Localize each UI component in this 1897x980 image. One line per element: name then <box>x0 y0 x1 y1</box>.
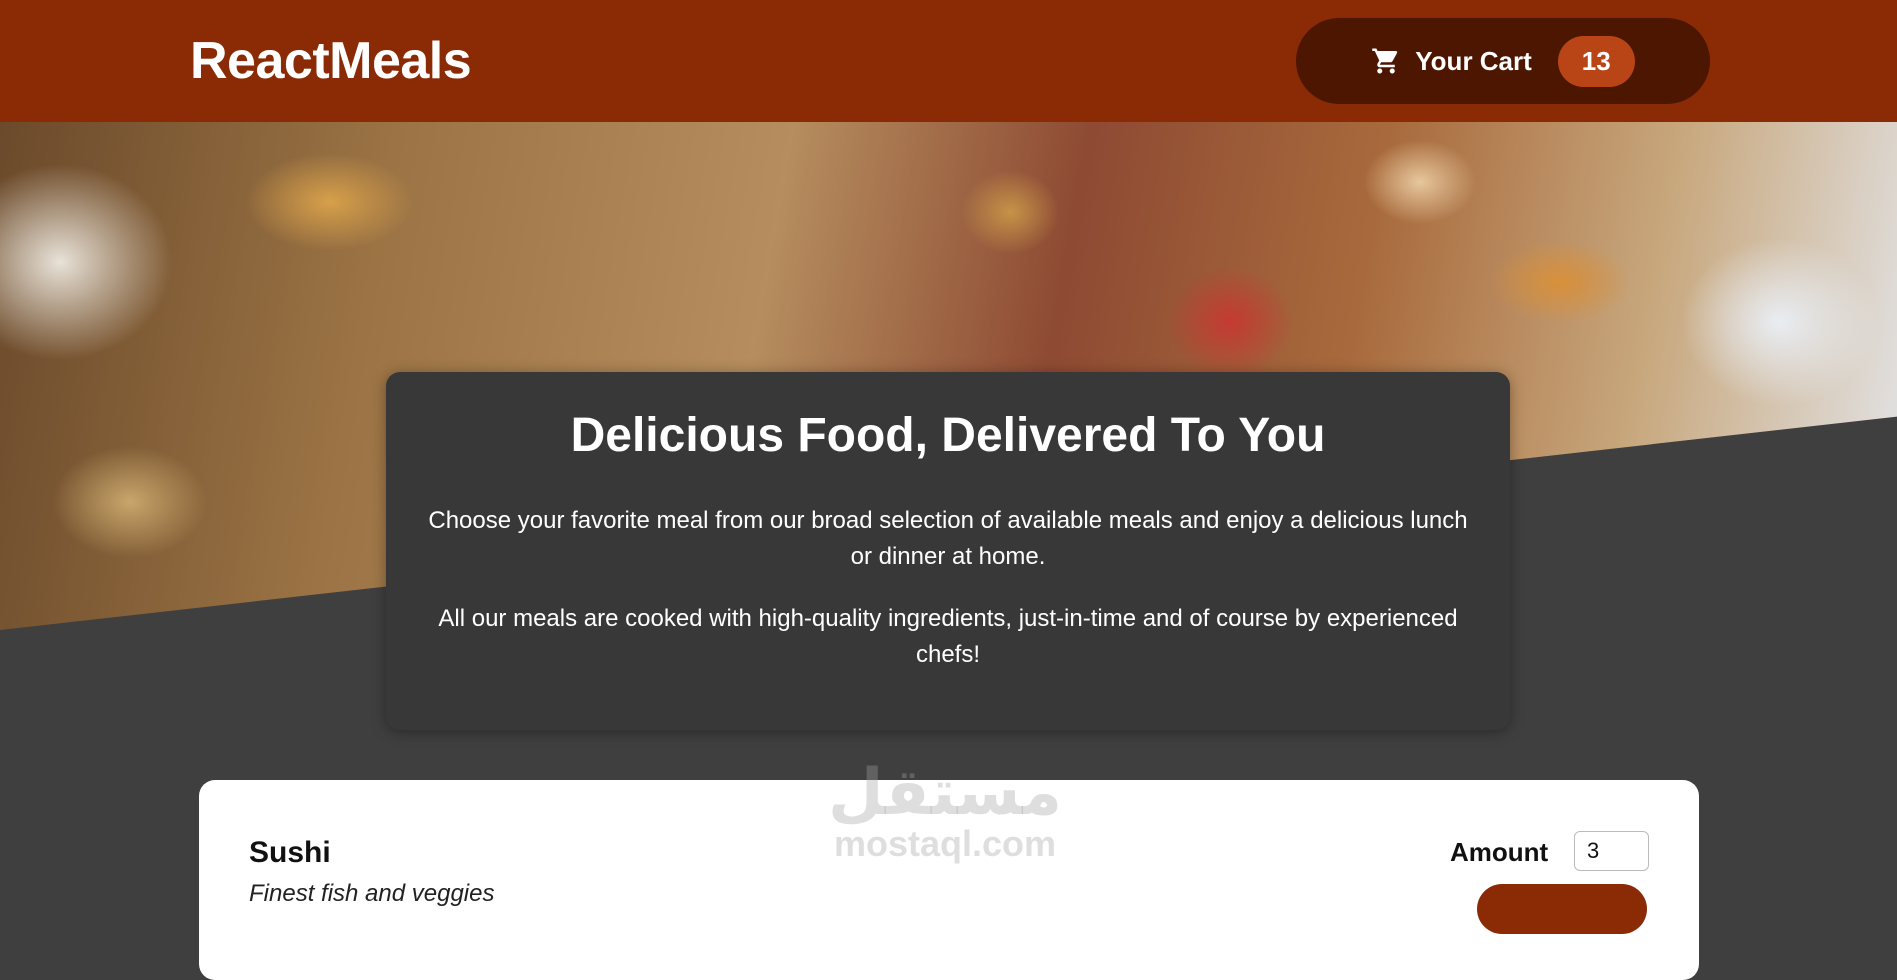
cart-label: Your Cart <box>1415 45 1532 76</box>
meals-list-card: Sushi Finest fish and veggies Amount <box>199 780 1699 980</box>
summary-paragraph: All our meals are cooked with high-quali… <box>438 605 1458 668</box>
summary-title: Delicious Food, Delivered To You <box>570 409 1326 462</box>
cart-icon <box>1371 46 1401 76</box>
meal-name: Sushi <box>249 836 331 869</box>
summary-paragraph: Choose your favorite meal from our broad… <box>428 507 1468 570</box>
amount-label: Amount <box>1450 837 1549 867</box>
app-header: ReactMeals Your Cart 13 <box>0 0 1897 122</box>
app-logo: ReactMeals <box>190 32 472 90</box>
amount-input[interactable] <box>1574 831 1649 871</box>
add-to-cart-button[interactable] <box>1477 884 1647 934</box>
cart-button[interactable]: Your Cart 13 <box>1296 18 1710 104</box>
cart-count-badge: 13 <box>1557 35 1635 87</box>
meals-summary: Delicious Food, Delivered To You Choose … <box>386 372 1510 730</box>
meal-description: Finest fish and veggies <box>249 880 495 907</box>
